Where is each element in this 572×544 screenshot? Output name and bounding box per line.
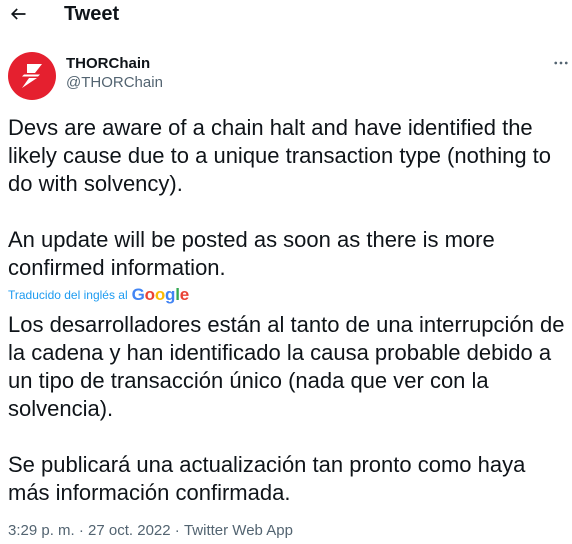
meta-separator: · <box>170 522 184 539</box>
tweet-text: Devs are aware of a chain halt and have … <box>8 115 552 280</box>
more-options-icon <box>554 61 568 65</box>
author-display-name[interactable]: THORChain <box>66 54 163 73</box>
tweet-source: Twitter Web App <box>183 522 293 539</box>
thorchain-logo-icon <box>22 64 42 88</box>
translation-attribution: Traducido del inglés al Google <box>8 284 189 306</box>
back-button[interactable] <box>4 0 32 28</box>
author-info: THORChain @THORChain <box>66 54 163 93</box>
translated-from-label[interactable]: Traducido del inglés al <box>8 288 128 302</box>
author-handle[interactable]: @THORChain <box>66 73 163 93</box>
page-title: Tweet <box>64 3 120 25</box>
translated-tweet-text: Los desarrolladores están al tanto de un… <box>8 312 565 505</box>
google-logo: Google <box>131 285 190 304</box>
tweet-metadata: 3:29 p. m. · 27 oct. 2022 · Twitter Web … <box>8 521 293 541</box>
back-arrow-icon <box>11 8 26 20</box>
tweet-date[interactable]: 27 oct. 2022 <box>88 521 171 541</box>
tweet-header: Tweet <box>0 0 572 30</box>
avatar[interactable] <box>8 52 56 100</box>
tweet-time[interactable]: 3:29 p. m. <box>8 521 75 541</box>
meta-separator: · <box>74 522 89 539</box>
more-options-button[interactable] <box>550 52 572 74</box>
